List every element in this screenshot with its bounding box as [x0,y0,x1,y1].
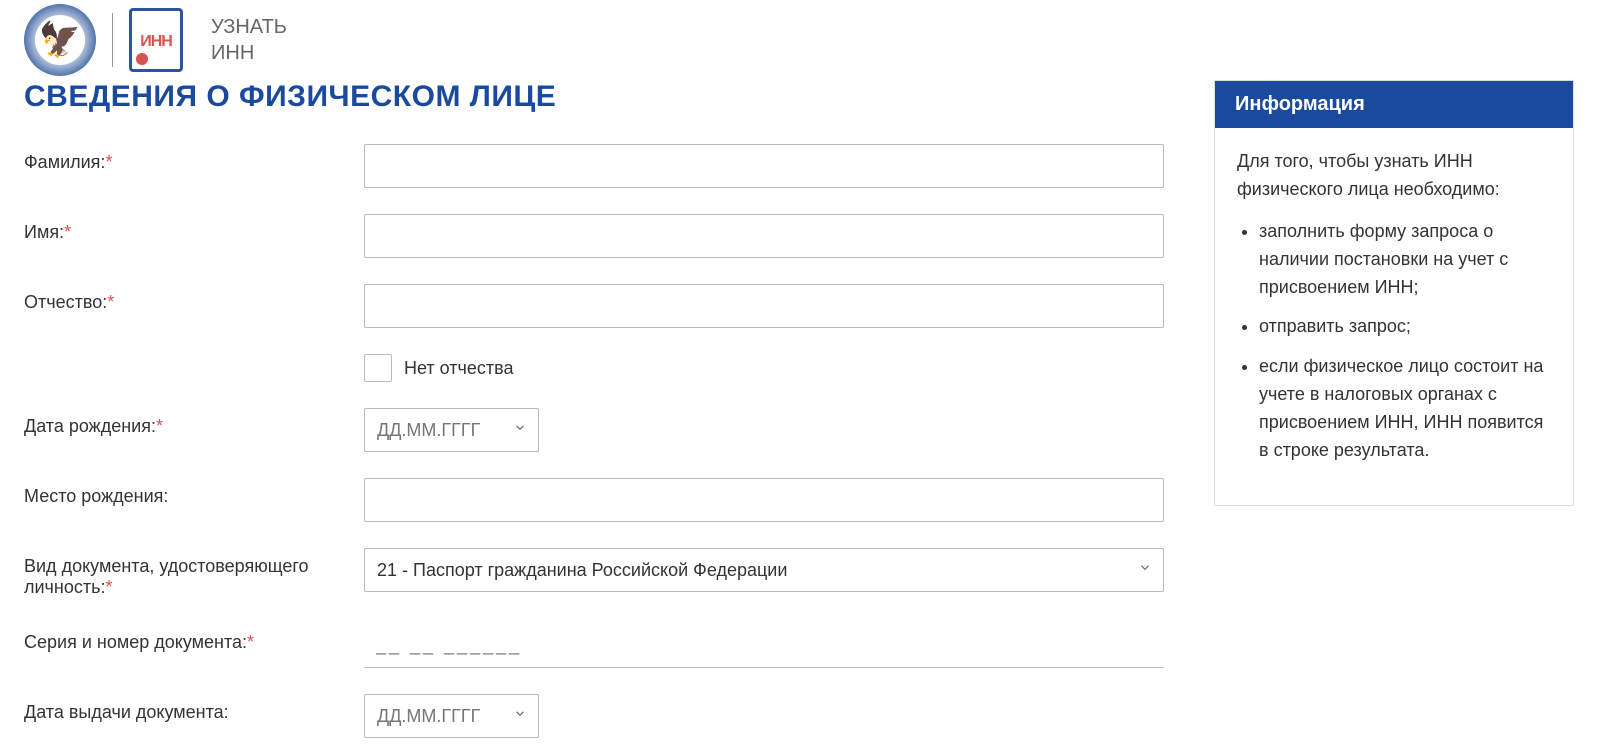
sidebar-intro: Для того, чтобы узнать ИНН физического л… [1237,148,1551,204]
doc-type-select[interactable]: 21 - Паспорт гражданина Российской Федер… [364,548,1164,592]
surname-input[interactable] [364,144,1164,188]
no-patronymic-checkbox[interactable] [364,354,392,382]
sidebar-item: заполнить форму запроса о наличии постан… [1259,218,1551,302]
sidebar-item: если физическое лицо состоит на учете в … [1259,353,1551,465]
required-marker: * [107,292,114,312]
name-input[interactable] [364,214,1164,258]
birthdate-input[interactable] [364,408,539,452]
name-label: Имя:* [24,214,364,243]
doc-series-input[interactable] [364,624,1164,668]
doc-type-value: 21 - Паспорт гражданина Российской Федер… [377,560,787,581]
doc-type-label: Вид документа, удостоверяющего личность:… [24,548,364,598]
sidebar-title: Информация [1215,81,1573,128]
page-header: 🦅 ИНН УЗНАТЬ ИНН [0,0,1600,80]
section-title: СВЕДЕНИЯ О ФИЗИЧЕСКОМ ЛИЦЕ [24,80,1184,114]
info-sidebar: Информация Для того, чтобы узнать ИНН фи… [1214,80,1574,506]
patronymic-label: Отчество:* [24,284,364,313]
surname-label: Фамилия:* [24,144,364,173]
birthplace-input[interactable] [364,478,1164,522]
doc-issue-date-input[interactable] [364,694,539,738]
sidebar-item: отправить запрос; [1259,313,1551,341]
inn-badge-text: ИНН [140,33,172,51]
fns-emblem-icon: 🦅 [24,4,96,76]
required-marker: * [106,577,113,597]
form-area: СВЕДЕНИЯ О ФИЗИЧЕСКОМ ЛИЦЕ Фамилия:* Имя… [24,80,1184,738]
patronymic-input[interactable] [364,284,1164,328]
inn-logo-icon: ИНН [129,8,183,72]
birthdate-label: Дата рождения:* [24,408,364,437]
header-title-line1: УЗНАТЬ [211,14,287,40]
doc-series-label: Серия и номер документа:* [24,624,364,653]
header-divider [112,13,113,67]
sidebar-list: заполнить форму запроса о наличии постан… [1237,218,1551,465]
no-patronymic-label: Нет отчества [404,358,514,379]
required-marker: * [105,152,112,172]
header-title-line2: ИНН [211,40,287,66]
required-marker: * [64,222,71,242]
required-marker: * [247,632,254,652]
header-title: УЗНАТЬ ИНН [211,14,287,66]
birthplace-label: Место рождения: [24,478,364,507]
required-marker: * [156,416,163,436]
doc-issue-date-label: Дата выдачи документа: [24,694,364,723]
